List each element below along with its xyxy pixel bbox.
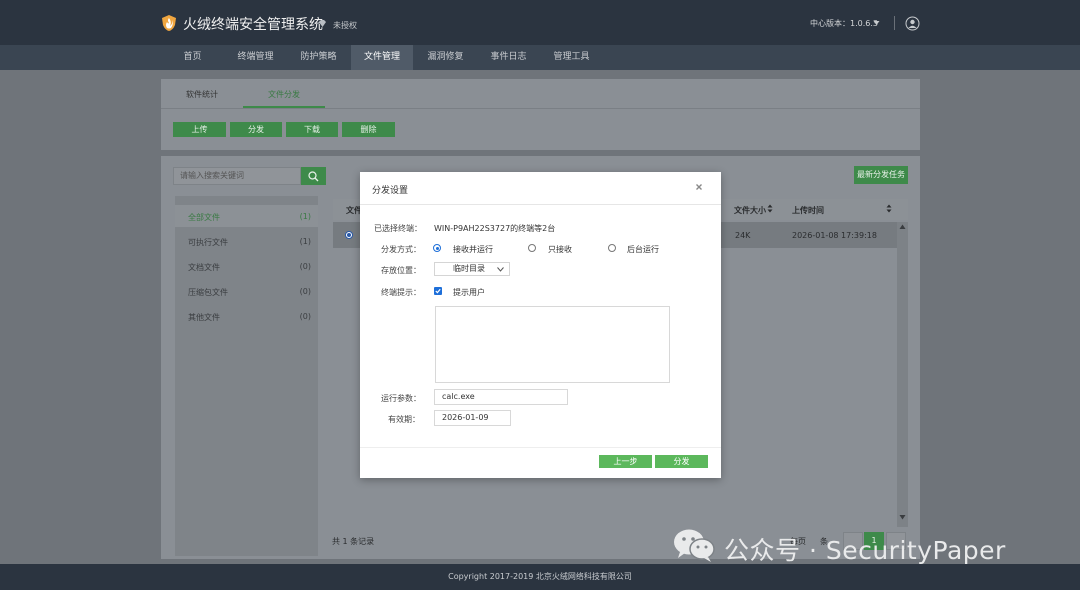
sidebar-item-all[interactable]: 全部文件 (1) (175, 205, 318, 227)
huorong-logo-icon (162, 15, 176, 31)
selected-terminals-value: WIN-P9AH22S3727的终端等2台 (434, 224, 556, 233)
prompt-message-textarea[interactable] (435, 306, 670, 383)
nav-vuln-fix[interactable]: 漏洞修复 (418, 45, 473, 70)
sidebar-item-count: (0) (299, 262, 311, 271)
tab-software-stats[interactable]: 软件统计 (186, 89, 218, 100)
distribution-settings-dialog: 分发设置 已选择终端： WIN-P9AH22S3727的终端等2台 分发方式： … (360, 172, 721, 478)
prompt-user-label[interactable]: 提示用户 (453, 287, 485, 298)
run-args-input[interactable]: calc.exe (434, 389, 568, 405)
total-records: 共 1 条记录 (332, 537, 375, 546)
nav-event-log[interactable]: 事件日志 (481, 45, 536, 70)
search-button[interactable] (301, 167, 326, 185)
cell-file-size: 24K (735, 231, 751, 240)
selected-terminals-label: 已选择终端： (374, 224, 422, 233)
nav-file-management[interactable]: 文件管理 (351, 45, 413, 70)
sort-icon[interactable] (767, 204, 773, 213)
upload-button[interactable]: 上传 (173, 122, 226, 137)
watermark-text: 公众号 · SecurityPaper (724, 536, 1006, 565)
sidebar-item-label: 其他文件 (188, 313, 220, 322)
mode-receive-run-radio[interactable] (433, 244, 441, 252)
distribute-button[interactable]: 分发 (230, 122, 282, 137)
run-args-label: 运行参数： (381, 394, 421, 403)
active-tab-indicator (243, 106, 325, 108)
nav-admin-tools[interactable]: 管理工具 (544, 45, 599, 70)
mode-background-label[interactable]: 后台运行 (627, 244, 659, 255)
sidebar-item-archive[interactable]: 压缩包文件 (0) (175, 280, 318, 302)
prev-step-button[interactable]: 上一步 (599, 455, 652, 468)
sidebar-item-count: (1) (299, 237, 311, 246)
nav-protection-policy[interactable]: 防护策略 (291, 45, 346, 70)
scroll-down-icon[interactable] (899, 514, 906, 520)
row-select-radio[interactable] (345, 231, 353, 239)
sidebar-item-document[interactable]: 文档文件 (0) (175, 255, 318, 277)
sidebar-item-label: 全部文件 (188, 213, 220, 222)
distribution-mode-label: 分发方式： (381, 245, 421, 254)
chevron-down-icon[interactable] (873, 20, 880, 26)
sidebar-item-count: (0) (299, 312, 311, 321)
mode-background-radio[interactable] (608, 244, 616, 252)
dialog-title: 分发设置 (372, 186, 409, 196)
download-button[interactable]: 下载 (286, 122, 338, 137)
check-icon (435, 288, 441, 294)
terminal-prompt-label: 终端提示： (381, 288, 421, 297)
sidebar-item-executable[interactable]: 可执行文件 (1) (175, 230, 318, 252)
prompt-user-checkbox[interactable] (434, 287, 442, 295)
sidebar-item-other[interactable]: 其他文件 (0) (175, 305, 318, 327)
mode-receive-run-label[interactable]: 接收并运行 (453, 244, 493, 255)
expiry-label: 有效期： (388, 415, 420, 424)
nav-home[interactable]: 首页 (165, 45, 220, 70)
tab-file-distribution[interactable]: 文件分发 (268, 89, 300, 100)
distribute-submit-button[interactable]: 分发 (655, 455, 708, 468)
footer-copyright: Copyright 2017-2019 北京火绒网络科技有限公司 (0, 564, 1080, 590)
version-selector[interactable]: 中心版本：1.0.6.3 (810, 18, 878, 29)
scroll-up-icon[interactable] (899, 224, 906, 230)
diamond-icon (319, 20, 326, 27)
app-header: 火绒终端安全管理系统 未授权 中心版本：1.0.6.3 (0, 0, 1080, 45)
expiry-date-input[interactable]: 2026-01-09 (434, 410, 511, 426)
storage-location-label: 存放位置： (381, 266, 421, 275)
col-upload-time[interactable]: 上传时间 (792, 205, 824, 216)
sort-icon[interactable] (886, 204, 892, 213)
mode-receive-only-radio[interactable] (528, 244, 536, 252)
search-icon (308, 171, 319, 182)
header-divider (894, 16, 895, 30)
wechat-icon (674, 529, 715, 562)
latest-task-button[interactable]: 最新分发任务 (854, 166, 908, 184)
search-input[interactable]: 请输入搜索关键词 (173, 167, 301, 185)
license-status[interactable]: 未授权 (333, 20, 357, 31)
sidebar-item-label: 压缩包文件 (188, 288, 228, 297)
cell-upload-time: 2026-01-08 17:39:18 (792, 231, 877, 240)
dialog-footer-divider (360, 447, 721, 448)
storage-location-select[interactable]: 临时目录 (434, 262, 510, 276)
main-nav: 首页 终端管理 防护策略 文件管理 漏洞修复 事件日志 管理工具 (0, 45, 1080, 70)
chevron-down-icon (497, 267, 504, 272)
mode-receive-only-label[interactable]: 只接收 (548, 244, 572, 255)
close-icon[interactable] (694, 182, 704, 192)
dialog-divider (360, 204, 721, 205)
storage-location-value: 临时目录 (453, 264, 485, 273)
col-file-size[interactable]: 文件大小 (734, 205, 766, 216)
user-icon[interactable] (905, 16, 920, 31)
table-scrollbar[interactable] (897, 222, 908, 527)
sidebar-item-label: 文档文件 (188, 263, 220, 272)
delete-button[interactable]: 删除 (342, 122, 395, 137)
subtab-divider (161, 108, 920, 109)
app-title: 火绒终端安全管理系统 (183, 17, 323, 33)
sidebar-item-label: 可执行文件 (188, 238, 228, 247)
nav-terminal-management[interactable]: 终端管理 (228, 45, 283, 70)
sidebar-item-count: (1) (299, 212, 311, 221)
sidebar-item-count: (0) (299, 287, 311, 296)
